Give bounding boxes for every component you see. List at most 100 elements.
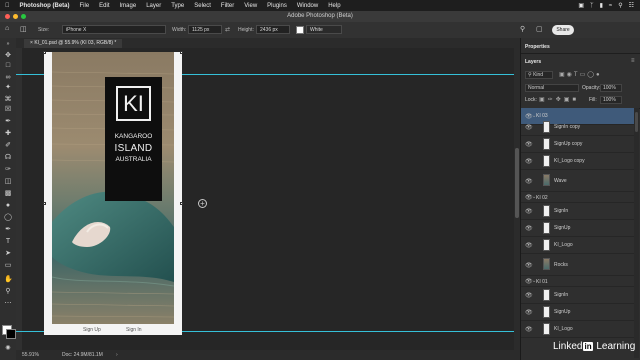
width-field[interactable]: 1125 px	[188, 25, 222, 34]
home-icon[interactable]: ⌂	[5, 25, 9, 32]
visibility-eye-icon[interactable]: 👁	[525, 141, 533, 148]
magic-wand-icon[interactable]: ✦	[4, 84, 12, 92]
layer-item[interactable]: 👁 KI_Logo copy	[521, 153, 635, 170]
crop-tool-icon[interactable]: ⌘	[4, 96, 12, 104]
zoom-window-button[interactable]	[21, 14, 26, 19]
background-color-swatch[interactable]	[6, 329, 16, 339]
menu-help[interactable]: Help	[323, 3, 345, 9]
layer-item[interactable]: 👁 SignUp	[521, 304, 635, 321]
visibility-eye-icon[interactable]: 👁	[525, 208, 533, 215]
type-tool-icon[interactable]: T	[4, 238, 12, 246]
layer-item[interactable]: 👁 SignIn	[521, 287, 635, 304]
zoom-tool-icon[interactable]: ⚲	[4, 288, 12, 296]
battery-icon[interactable]: ▮	[600, 2, 603, 9]
frame-tool-icon[interactable]: ☒	[4, 106, 12, 114]
artboard-tool-icon[interactable]: ◫	[20, 25, 27, 33]
minimize-window-button[interactable]	[13, 14, 18, 19]
pen-tool-icon[interactable]: ✒	[4, 226, 12, 234]
artboard[interactable]: KI KANGAROO ISLAND AUSTRALIA Sign Up Sig…	[43, 51, 183, 335]
color-select[interactable]: White	[306, 25, 342, 34]
brush-tool-icon[interactable]: ✐	[4, 142, 12, 150]
transform-handle[interactable]	[43, 51, 46, 54]
hand-tool-icon[interactable]: ✋	[4, 276, 13, 284]
menu-plugins[interactable]: Plugins	[262, 3, 292, 9]
scrollbar-thumb[interactable]	[515, 148, 519, 218]
layer-group-ki-01[interactable]: 👁 ⌄ KI 01	[521, 276, 635, 287]
layers-scrollbar[interactable]	[634, 108, 639, 358]
swap-icon[interactable]: ⇄	[225, 26, 230, 33]
menu-type[interactable]: Type	[166, 3, 189, 9]
path-selection-icon[interactable]: ➤	[4, 250, 12, 258]
workspace-icon[interactable]: ▢	[536, 25, 543, 33]
visibility-eye-icon[interactable]: 👁	[525, 262, 533, 269]
search-icon[interactable]: ⚲	[618, 2, 622, 9]
layer-item[interactable]: 👁 SignUp copy	[521, 136, 635, 153]
menu-image[interactable]: Image	[115, 3, 142, 9]
eraser-tool-icon[interactable]: ◫	[4, 178, 12, 186]
menu-window[interactable]: Window	[292, 3, 323, 9]
transform-handle[interactable]	[180, 202, 183, 205]
visibility-eye-icon[interactable]: 👁	[525, 326, 533, 333]
transform-handle[interactable]	[180, 51, 183, 54]
layer-item[interactable]: 👁 Rocks	[521, 254, 635, 276]
filter-icons[interactable]: ▣◉T▭◯●	[559, 71, 602, 78]
visibility-eye-icon[interactable]: 👁	[525, 309, 533, 316]
doc-info[interactable]: Doc: 24.9M/81.1M	[62, 350, 103, 360]
size-select[interactable]: iPhone X	[62, 25, 166, 34]
layer-item[interactable]: 👁 Wave	[521, 170, 635, 192]
properties-tab[interactable]: Properties	[525, 44, 550, 50]
status-arrow-icon[interactable]: ›	[116, 350, 118, 360]
scrollbar-thumb[interactable]	[635, 112, 638, 132]
display-icon[interactable]: ▣	[578, 2, 584, 9]
dodge-tool-icon[interactable]: ◯	[4, 214, 12, 222]
signin-label[interactable]: Sign In	[126, 327, 142, 333]
layer-group-ki-02[interactable]: 👁 ⌄ KI 02	[521, 192, 635, 203]
fill-field[interactable]: 100%	[600, 96, 622, 104]
color-swatch[interactable]	[296, 26, 304, 34]
wifi-icon[interactable]: ≈	[609, 3, 612, 9]
visibility-eye-icon[interactable]: 👁	[525, 124, 533, 131]
layer-item[interactable]: 👁 KI_Logo	[521, 321, 635, 338]
zoom-level[interactable]: 55.91%	[22, 350, 39, 360]
more-tools-icon[interactable]: ⋯	[4, 300, 12, 308]
move-tool-icon[interactable]: ✥	[4, 52, 12, 60]
close-window-button[interactable]	[5, 14, 10, 19]
panel-menu-icon[interactable]: ≡	[631, 58, 635, 64]
clone-stamp-icon[interactable]: ☊	[4, 154, 12, 162]
height-field[interactable]: 2436 px	[256, 25, 290, 34]
visibility-eye-icon[interactable]: 👁	[525, 225, 533, 232]
opacity-field[interactable]: 100%	[600, 84, 622, 92]
visibility-eye-icon[interactable]: 👁	[525, 158, 533, 165]
menu-file[interactable]: File	[75, 3, 95, 9]
layer-item[interactable]: 👁 SignIn copy	[521, 119, 635, 136]
layer-item[interactable]: 👁 SignUp	[521, 220, 635, 237]
healing-brush-icon[interactable]: ✚	[4, 130, 12, 138]
visibility-eye-icon[interactable]: 👁	[525, 292, 533, 299]
menu-view[interactable]: View	[239, 3, 262, 9]
transform-handle[interactable]	[43, 202, 46, 205]
menu-edit[interactable]: Edit	[94, 3, 114, 9]
layer-item[interactable]: 👁 KI_Logo	[521, 237, 635, 254]
menu-filter[interactable]: Filter	[216, 3, 239, 9]
lock-icons[interactable]: ▣✑✥▣■	[539, 96, 579, 103]
visibility-eye-icon[interactable]: 👁	[525, 178, 533, 185]
gradient-tool-icon[interactable]: ▩	[4, 190, 12, 198]
layer-item[interactable]: 👁 SignIn	[521, 203, 635, 220]
menu-select[interactable]: Select	[189, 3, 216, 9]
filter-kind-select[interactable]: ⚲ Kind	[525, 71, 553, 79]
bluetooth-icon[interactable]: ᛉ	[590, 3, 594, 9]
collapse-icon[interactable]: »	[4, 40, 12, 48]
lasso-tool-icon[interactable]: ∞	[4, 74, 12, 82]
visibility-eye-icon[interactable]: 👁	[525, 242, 533, 249]
menu-layer[interactable]: Layer	[141, 3, 166, 9]
document-tab[interactable]: × KI_01.psd @ 55.9% (KI 03, RGB/8) *	[24, 39, 123, 48]
share-button[interactable]: Share	[552, 25, 574, 35]
search-icon[interactable]: ⚲	[520, 25, 525, 33]
quick-mask-icon[interactable]: ◉	[4, 344, 12, 352]
control-center-icon[interactable]: ☷	[629, 2, 634, 9]
add-artboard-icon[interactable]: +	[198, 199, 207, 208]
app-menu[interactable]: Photoshop (Beta)	[15, 3, 75, 9]
rectangle-tool-icon[interactable]: ▭	[4, 262, 12, 270]
signup-label[interactable]: Sign Up	[83, 327, 101, 333]
eyedropper-icon[interactable]: ✒	[4, 118, 12, 126]
